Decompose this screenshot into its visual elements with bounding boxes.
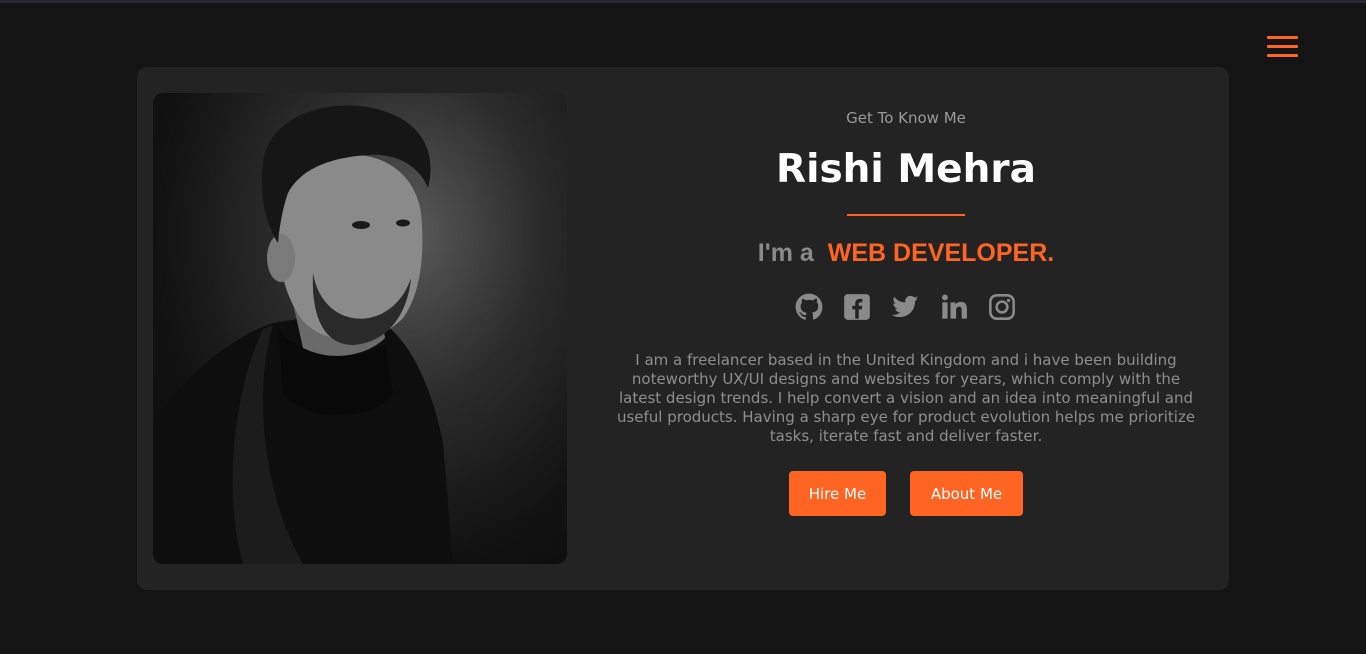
twitter-icon[interactable] [891,293,919,321]
role-prefix: I'm a [757,239,814,267]
role-title: WEB DEVELOPER. [827,239,1055,267]
menu-bar-middle [1267,45,1298,48]
about-me-button[interactable]: About Me [910,471,1023,516]
eyebrow-text: Get To Know Me [846,109,966,127]
menu-bar-bottom [1267,54,1298,57]
profile-photo [153,93,567,564]
menu-bar-top [1267,36,1298,39]
instagram-icon[interactable] [988,293,1016,321]
hire-me-button[interactable]: Hire Me [789,471,886,516]
bio-paragraph: I am a freelancer based in the United Ki… [616,351,1196,445]
role-line: I'm a WEB DEVELOPER. [583,239,1229,268]
title-divider [847,214,965,216]
top-border [0,0,1366,3]
hamburger-menu-icon[interactable] [1267,34,1299,60]
page-title: Rishi Mehra [776,147,1036,192]
intro-content: Get To Know Me Rishi Mehra I'm a WEB DEVE… [583,67,1229,590]
social-links [795,293,1019,323]
linkedin-icon[interactable] [940,293,968,321]
github-icon[interactable] [795,293,823,321]
profile-card: Get To Know Me Rishi Mehra I'm a WEB DEVE… [137,67,1229,590]
facebook-icon[interactable] [843,293,871,321]
